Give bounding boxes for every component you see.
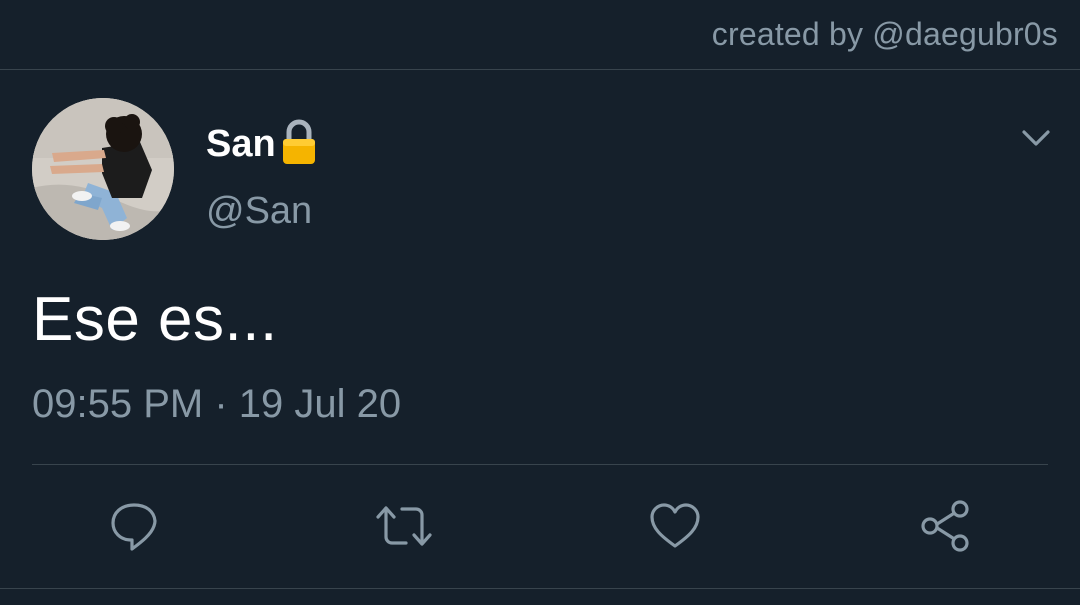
like-button[interactable] (645, 496, 705, 556)
avatar[interactable] (32, 98, 174, 240)
top-bar: created by @daegubr0s (0, 0, 1080, 70)
display-name-text: San (206, 122, 276, 165)
tweet-screen: created by @daegubr0s San @San Ese es...… (0, 0, 1080, 605)
credit-text: created by @daegubr0s (711, 16, 1058, 52)
user-handle[interactable]: @San (206, 190, 312, 233)
share-nodes-icon (921, 500, 969, 552)
tweet-timestamp: 09:55 PM · 19 Jul 20 (32, 382, 402, 426)
divider (32, 464, 1048, 465)
divider (0, 588, 1080, 589)
display-name[interactable]: San (206, 118, 318, 168)
lock-icon (280, 118, 318, 166)
heart-icon (650, 503, 700, 548)
avatar-photo (32, 98, 174, 240)
share-button[interactable] (915, 496, 975, 556)
reply-button[interactable] (104, 496, 164, 556)
retweet-arrows-icon (376, 506, 432, 546)
chevron-down-icon[interactable] (1020, 124, 1052, 152)
speech-bubble-icon (111, 503, 157, 551)
tweet-text: Ese es... (32, 285, 278, 354)
retweet-button[interactable] (374, 496, 434, 556)
